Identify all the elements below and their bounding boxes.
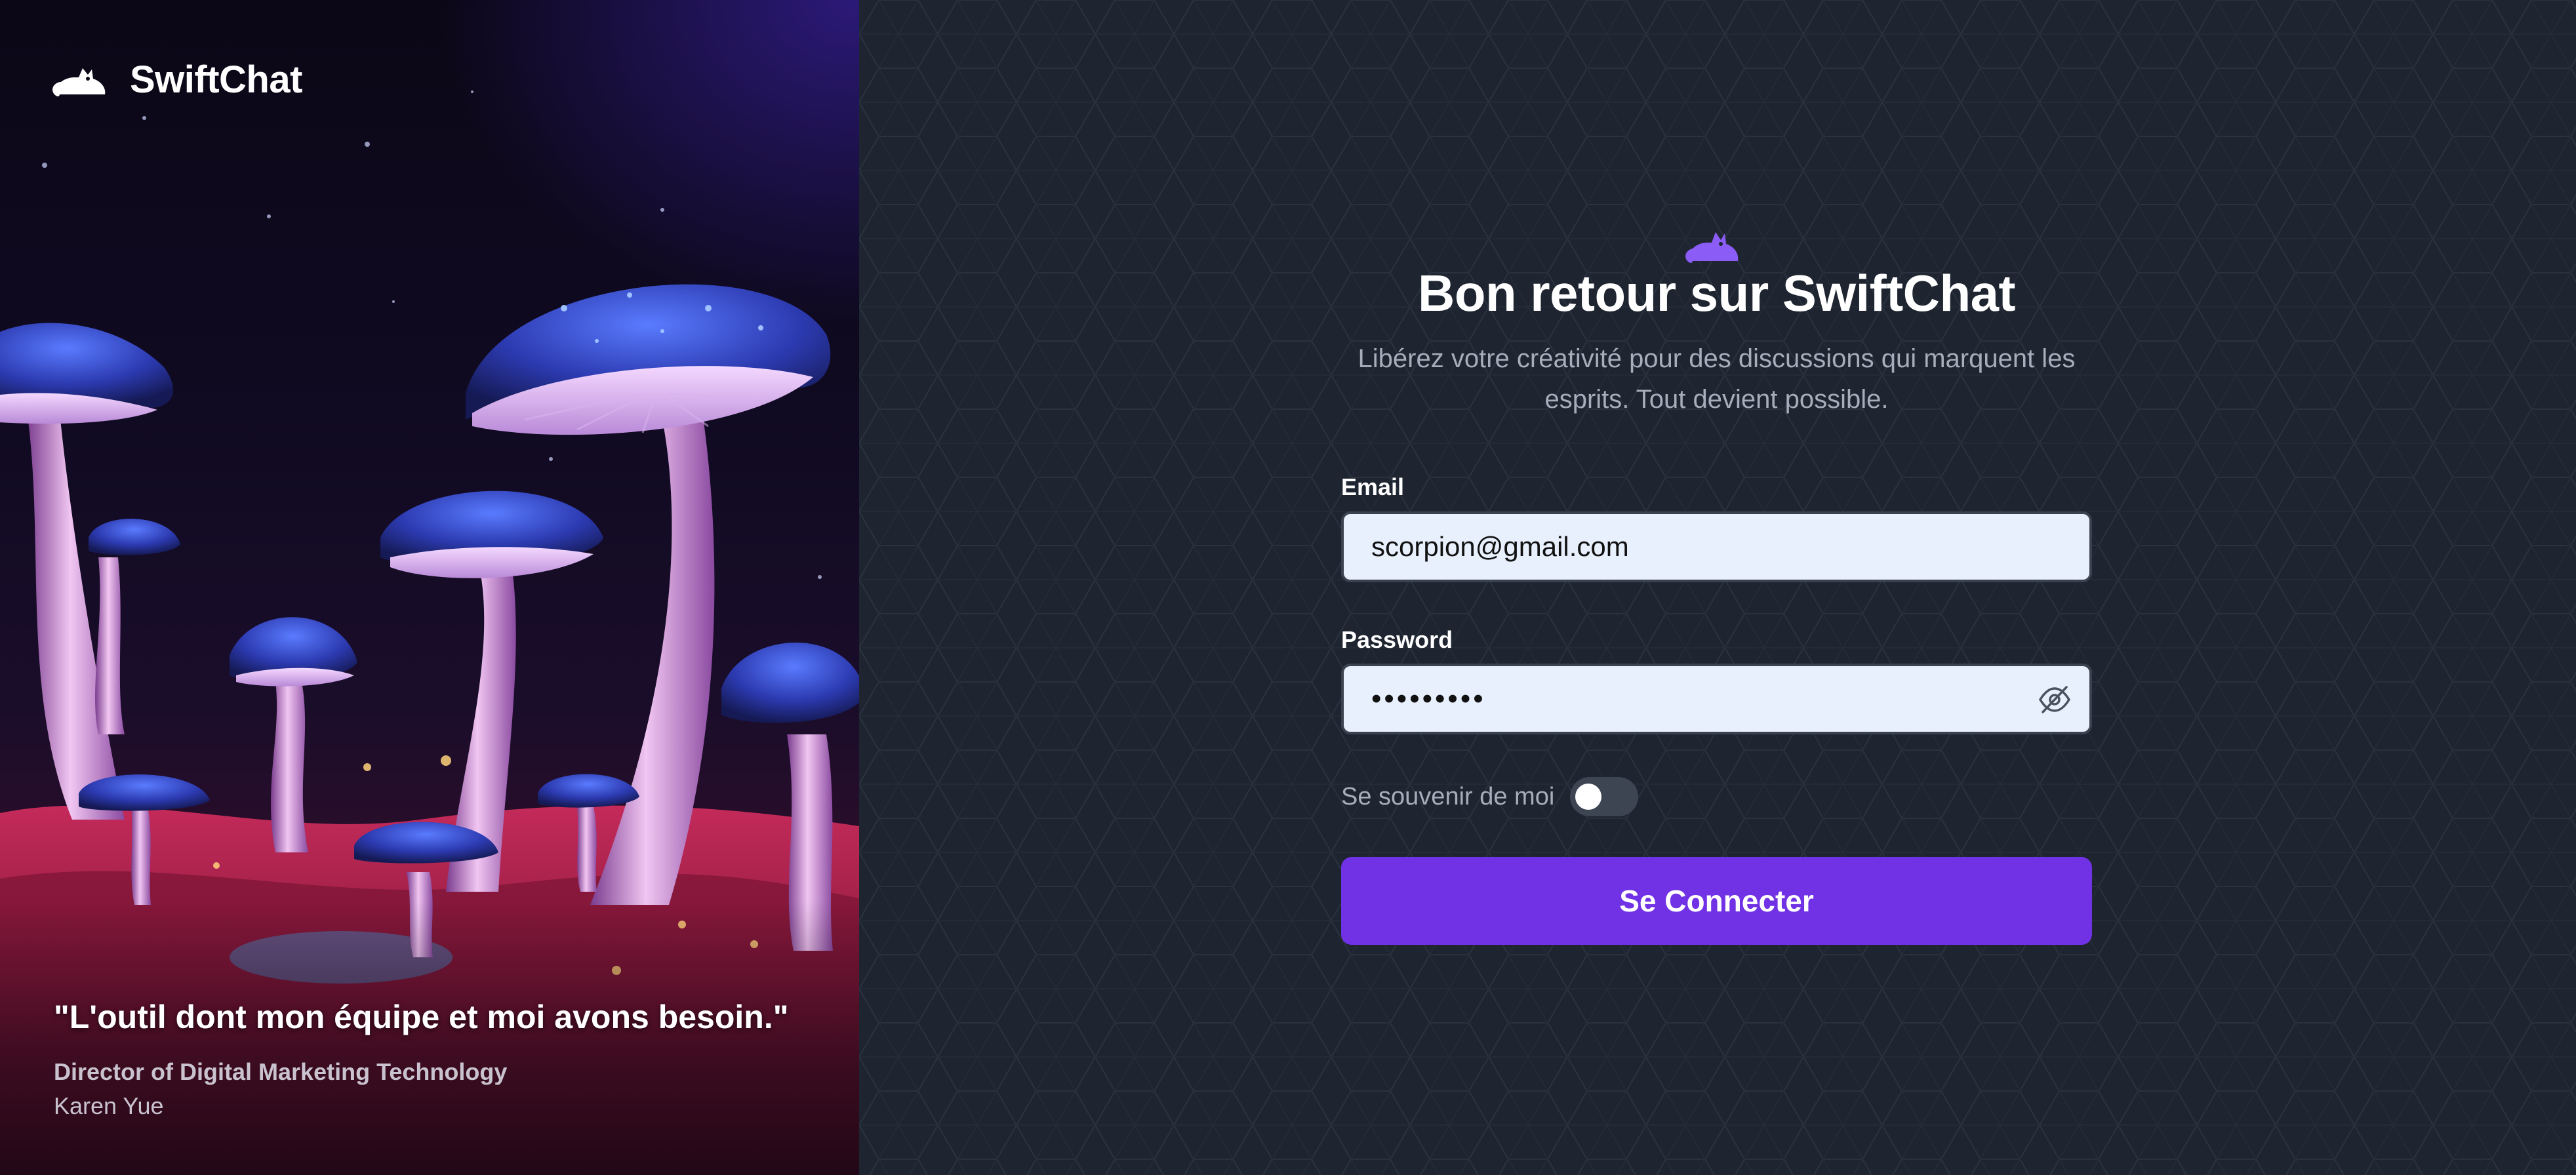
- toggle-knob: [1575, 784, 1602, 810]
- cat-logo-icon: [52, 68, 106, 96]
- background-pattern: [859, 0, 2576, 1175]
- subtitle-line-1: Libérez votre créativité pour des discus…: [1358, 344, 2076, 373]
- brand[interactable]: SwiftChat: [52, 58, 302, 102]
- page-title: Bon retour sur SwiftChat: [1417, 264, 2016, 322]
- page-subtitle: Libérez votre créativité pour des discus…: [1341, 338, 2092, 420]
- email-field[interactable]: [1341, 511, 2092, 582]
- testimonial-author: Karen Yue: [54, 1092, 164, 1119]
- remember-me-toggle[interactable]: [1570, 777, 1639, 816]
- password-label: Password: [1341, 626, 1453, 653]
- brand-name: SwiftChat: [130, 58, 302, 101]
- login-button[interactable]: Se Connecter: [1341, 857, 2092, 945]
- email-label: Email: [1341, 473, 1405, 500]
- testimonial-role: Director of Digital Marketing Technology: [54, 1058, 508, 1085]
- eye-off-icon[interactable]: [2038, 683, 2072, 716]
- testimonial-quote: "L'outil dont mon équipe et moi avons be…: [54, 999, 789, 1035]
- subtitle-line-2: esprits. Tout devient possible.: [1544, 385, 1889, 414]
- password-field[interactable]: [1341, 664, 2092, 734]
- login-panel: Bon retour sur SwiftChat Libérez votre c…: [859, 0, 2576, 1175]
- hero-panel: SwiftChat "L'outil dont mon équipe et mo…: [0, 0, 859, 1175]
- remember-me-label: Se souvenir de moi: [1341, 782, 1555, 810]
- remember-me-row: Se souvenir de moi: [1341, 777, 1639, 816]
- cat-logo-icon: [1685, 232, 1739, 263]
- hero-bottom-shade: [0, 900, 859, 1175]
